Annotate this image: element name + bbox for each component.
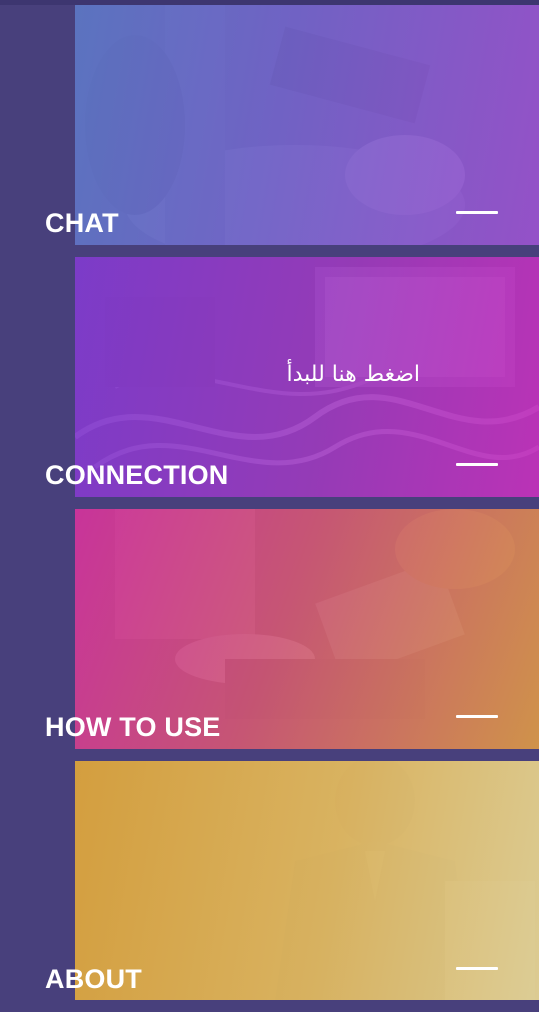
dash-icon (456, 463, 498, 466)
dash-icon (456, 715, 498, 718)
card-color-overlay (75, 5, 539, 245)
menu-label-chat: CHAT (45, 208, 119, 238)
menu-card-chat[interactable] (75, 5, 539, 245)
dash-icon (456, 211, 498, 214)
dash-icon (456, 967, 498, 970)
menu-label-about: ABOUT (45, 964, 142, 994)
card-color-overlay (75, 761, 539, 1000)
start-hint-text[interactable]: اضغط هنا للبدأ (230, 362, 420, 387)
menu-label-how-to-use: HOW TO USE (45, 712, 221, 742)
menu-label-connection: CONNECTION (45, 460, 229, 490)
menu-card-about[interactable] (75, 761, 539, 1000)
